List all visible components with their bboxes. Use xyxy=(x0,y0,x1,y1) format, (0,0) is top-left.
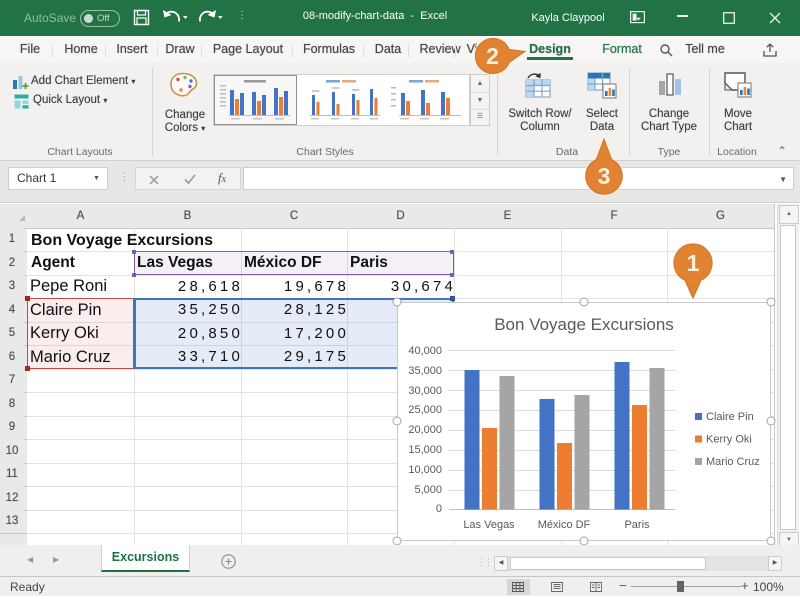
svg-text:40,000: 40,000 xyxy=(408,345,442,357)
svg-text:1: 1 xyxy=(687,250,700,276)
svg-text:3: 3 xyxy=(598,163,611,189)
svg-text:Claire Pin: Claire Pin xyxy=(706,411,754,423)
svg-text:Paris: Paris xyxy=(624,519,650,531)
svg-text:35,000: 35,000 xyxy=(408,365,442,377)
svg-text:Bon Voyage Excursions: Bon Voyage Excursions xyxy=(494,315,674,334)
svg-text:15,000: 15,000 xyxy=(408,444,442,456)
svg-text:México DF: México DF xyxy=(538,519,591,531)
svg-text:25,000: 25,000 xyxy=(408,404,442,416)
svg-text:Mario Cruz: Mario Cruz xyxy=(706,456,760,468)
svg-text:10,000: 10,000 xyxy=(408,464,442,476)
svg-text:Kerry Oki: Kerry Oki xyxy=(706,434,752,446)
svg-text:20,000: 20,000 xyxy=(408,424,442,436)
svg-text:0: 0 xyxy=(436,503,442,515)
svg-text:5,000: 5,000 xyxy=(414,484,442,496)
svg-text:30,000: 30,000 xyxy=(408,385,442,397)
svg-text:Las Vegas: Las Vegas xyxy=(463,519,515,531)
svg-text:2: 2 xyxy=(486,43,499,69)
